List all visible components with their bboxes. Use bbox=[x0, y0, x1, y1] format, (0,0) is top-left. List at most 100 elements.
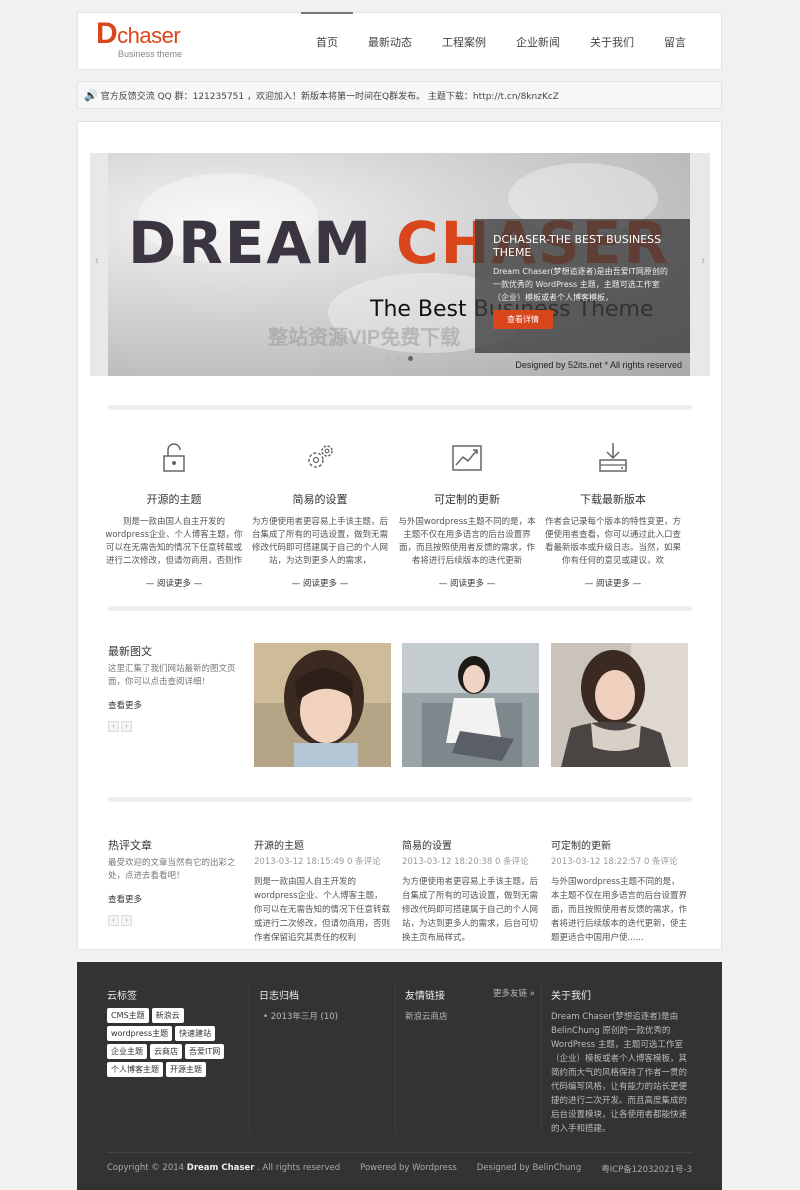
notice-text: 官方反馈交流 QQ 群：121235751 ，欢迎加入！新版本将第一时间在Q群发… bbox=[100, 91, 559, 102]
article-title[interactable]: 开源的主题 bbox=[254, 837, 391, 852]
read-more-link[interactable]: — 阅读更多 — bbox=[105, 577, 243, 589]
logo-initial: D bbox=[96, 17, 118, 50]
footer-archive-title: 日志归档 bbox=[259, 991, 299, 1002]
designer-link[interactable]: BelinChung bbox=[533, 1163, 582, 1173]
feature-card: 开源的主题 则是一款由国人自主开发的wordpress企业、个人博客主题，你可以… bbox=[105, 440, 243, 589]
feature-title: 下载最新版本 bbox=[580, 493, 646, 506]
article-card: 开源的主题 2013-03-12 18:15:49 0 条评论 则是一款由国人自… bbox=[254, 837, 391, 945]
photo-thumbnail[interactable] bbox=[254, 643, 391, 767]
section-title: 最新图文 bbox=[108, 645, 152, 658]
feature-card: 可定制的更新 与外国wordpress主题不同的是，本主题不仅在用多语言的后台设… bbox=[398, 440, 536, 589]
slider-dot[interactable] bbox=[386, 356, 391, 361]
copyright-name[interactable]: Dream Chaser bbox=[187, 1163, 255, 1173]
article-title[interactable]: 可定制的更新 bbox=[551, 837, 688, 852]
article-excerpt: 与外国wordpress主题不同的是，本主题不仅在用多语言的后台设置界面，而且按… bbox=[551, 877, 688, 943]
feature-card: 简易的设置 为方便使用者更容易上手该主题，后台集成了所有的可选设置，做到无需修改… bbox=[251, 440, 389, 589]
powered-by: Powered by Wordpress bbox=[360, 1163, 457, 1175]
slider-next-arrow[interactable]: › bbox=[701, 253, 705, 267]
designed-by: Designed by BelinChung bbox=[477, 1163, 581, 1175]
tag-link[interactable]: 企业主题 bbox=[107, 1044, 147, 1059]
copyright-prefix: Copyright © 2014 bbox=[107, 1163, 185, 1173]
article-excerpt: 为方便使用者更容易上手该主题，后台集成了所有的可选设置，做到无需修改代码即可搭建… bbox=[402, 877, 539, 943]
nav-item-guestbook[interactable]: 留言 bbox=[649, 13, 701, 71]
speaker-icon: 🔊 bbox=[84, 88, 98, 102]
caption-text: Dream Chaser(梦想追逐者)是由吾爱IT网原创的一款优秀的 WordP… bbox=[493, 267, 668, 302]
site-logo[interactable]: Dchaser Business theme bbox=[96, 19, 182, 60]
pager-next-button[interactable]: › bbox=[121, 721, 132, 732]
caption-title: DCHASER-THE BEST BUSINESS THEME bbox=[493, 233, 662, 259]
tag-link[interactable]: 快速建站 bbox=[175, 1026, 216, 1041]
article-title[interactable]: 简易的设置 bbox=[402, 837, 539, 852]
read-more-link[interactable]: — 阅读更多 — bbox=[251, 577, 389, 589]
tag-link[interactable]: 个人博客主题 bbox=[107, 1062, 163, 1077]
slider-dots bbox=[386, 356, 413, 361]
slide-image[interactable]: DREAM CHASER The Best Business Theme 整站资… bbox=[108, 153, 690, 376]
tag-link[interactable]: wordpress主题 bbox=[107, 1026, 173, 1041]
chart-icon bbox=[452, 445, 482, 471]
designed-prefix: Designed by bbox=[476, 1163, 530, 1173]
logo-subtitle: Business theme bbox=[118, 49, 183, 59]
powered-link[interactable]: Wordpress bbox=[412, 1163, 457, 1173]
watermark-text: 整站资源VIP免费下载 bbox=[268, 327, 461, 349]
friend-link[interactable]: 新浪云商店 bbox=[405, 1010, 448, 1024]
tag-link[interactable]: 吾爱IT网 bbox=[185, 1044, 225, 1059]
articles-intro: 热评文章 最受欢迎的文章当然有它的出彩之处，点进去看看吧！ 查看更多 ‹ › bbox=[108, 837, 238, 926]
feature-title: 简易的设置 bbox=[292, 493, 348, 506]
footer-about-title: 关于我们 bbox=[551, 991, 591, 1002]
read-more-link[interactable]: — 阅读更多 — bbox=[544, 577, 682, 589]
hero-slider: ‹ › DREAM CHASER The Best Business Theme… bbox=[90, 153, 710, 376]
section-divider bbox=[108, 797, 692, 802]
archive-link[interactable]: • 2013年三月 (10) bbox=[263, 1010, 338, 1024]
feature-title: 开源的主题 bbox=[146, 493, 202, 506]
archive-link-label: 2013年三月 (10) bbox=[270, 1012, 339, 1022]
read-more-link[interactable]: — 阅读更多 — bbox=[398, 577, 536, 589]
photo-thumbnail[interactable] bbox=[551, 643, 688, 767]
article-meta: 2013-03-12 18:22:57 0 条评论 bbox=[551, 857, 678, 867]
section-desc: 这里汇集了我们网站最新的图文页面，你可以点击查阅详细！ bbox=[108, 664, 236, 687]
slider-prev-arrow[interactable]: ‹ bbox=[95, 253, 99, 267]
pager-prev-button[interactable]: ‹ bbox=[108, 721, 119, 732]
view-more-link[interactable]: 查看更多 bbox=[108, 893, 238, 905]
footer-links-title: 友情链接 bbox=[405, 991, 445, 1002]
copyright: Copyright © 2014 Dream Chaser . All righ… bbox=[107, 1163, 340, 1175]
view-more-link[interactable]: 查看更多 bbox=[108, 699, 238, 711]
tag-link[interactable]: 新浪云 bbox=[151, 1008, 184, 1023]
copyright-suffix: . All rights reserved bbox=[257, 1163, 341, 1173]
pager-prev-button[interactable]: ‹ bbox=[108, 915, 119, 926]
feature-card: 下载最新版本 作者会记录每个版本的特性变更，方便使用者查看，你可以通过此入口查看… bbox=[544, 440, 682, 589]
tag-cloud: CMS主题 新浪云 wordpress主题 快速建站 企业主题 云商店 吾爱IT… bbox=[107, 1008, 247, 1077]
nav-item-about[interactable]: 关于我们 bbox=[575, 13, 649, 71]
tag-link[interactable]: CMS主题 bbox=[107, 1008, 149, 1023]
main-content: ‹ › DREAM CHASER The Best Business Theme… bbox=[77, 121, 722, 950]
view-details-button[interactable]: 查看详情 bbox=[493, 310, 553, 329]
slide-caption: DCHASER-THE BEST BUSINESS THEME Dream Ch… bbox=[475, 219, 690, 353]
site-footer: 云标签 CMS主题 新浪云 wordpress主题 快速建站 企业主题 云商店 … bbox=[77, 962, 722, 1190]
section-divider bbox=[108, 405, 692, 410]
feature-text: 作者会记录每个版本的特性变更，方便使用者查看，你可以通过此入口查看最新版本或升级… bbox=[544, 517, 681, 566]
tag-link[interactable]: 开源主题 bbox=[166, 1062, 206, 1077]
photo-thumbnail[interactable] bbox=[402, 643, 539, 767]
nav-item-cases[interactable]: 工程案例 bbox=[427, 13, 501, 71]
section-title: 热评文章 bbox=[108, 839, 152, 852]
pager-next-button[interactable]: › bbox=[121, 915, 132, 926]
icp-number[interactable]: 粤ICP备12032021号-3 bbox=[601, 1163, 692, 1175]
articles-pager: ‹ › bbox=[108, 915, 238, 926]
slider-dot-active[interactable] bbox=[408, 356, 413, 361]
article-meta: 2013-03-12 18:20:38 0 条评论 bbox=[402, 857, 529, 867]
footer-tags-title: 云标签 bbox=[107, 991, 137, 1002]
slider-dot[interactable] bbox=[397, 356, 402, 361]
feature-text: 为方便使用者更容易上手该主题，后台集成了所有的可选设置，做到无需修改代码即可搭建… bbox=[251, 517, 388, 566]
site-header: Dchaser Business theme 首页 最新动态 工程案例 企业新闻… bbox=[77, 12, 722, 70]
nav-item-home[interactable]: 首页 bbox=[301, 12, 353, 71]
footer-separator bbox=[249, 982, 250, 1132]
nav-item-company-news[interactable]: 企业新闻 bbox=[501, 13, 575, 71]
nav-item-news[interactable]: 最新动态 bbox=[353, 13, 427, 71]
feature-text: 则是一款由国人自主开发的wordpress企业、个人博客主题，你可以在无需告知的… bbox=[105, 517, 243, 566]
tag-link[interactable]: 云商店 bbox=[150, 1044, 182, 1059]
gears-icon bbox=[308, 445, 333, 468]
article-excerpt: 则是一款由国人自主开发的wordpress企业、个人博客主题，你可以在无需告知的… bbox=[254, 877, 391, 943]
slide-credit: Designed by 52its.net * All rights reser… bbox=[515, 360, 682, 370]
more-links-link[interactable]: 更多友链 » bbox=[493, 987, 535, 1001]
main-nav: 首页 最新动态 工程案例 企业新闻 关于我们 留言 bbox=[301, 12, 701, 71]
photos-pager: ‹ › bbox=[108, 721, 238, 732]
